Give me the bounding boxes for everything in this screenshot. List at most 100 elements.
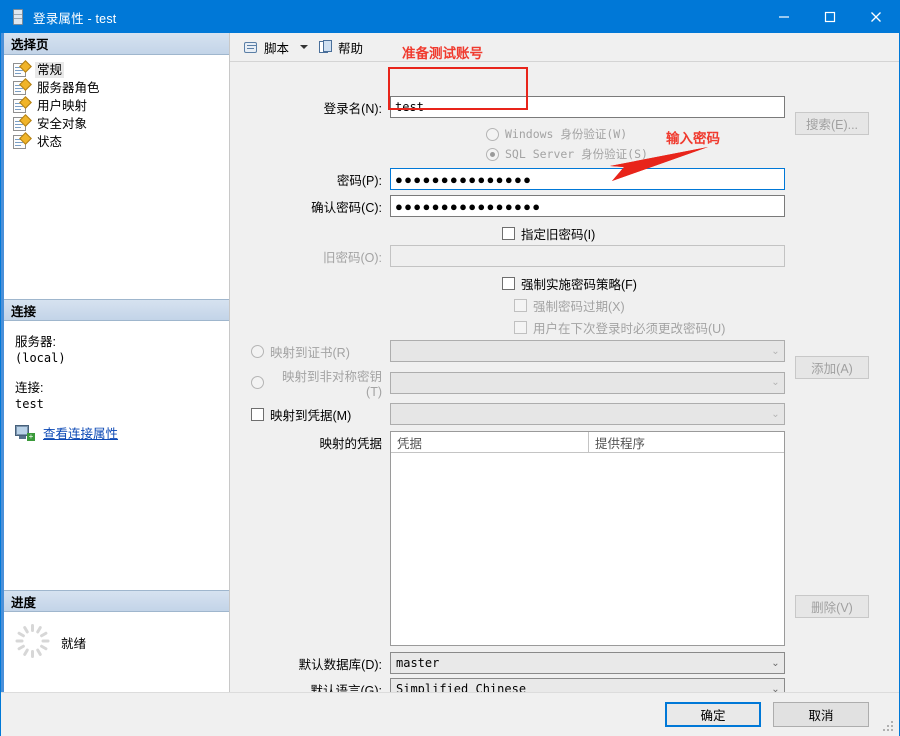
enforce-expiration-checkbox[interactable] (514, 298, 527, 312)
must-change-password-label: 用户在下次登录时必须更改密码(U) (533, 321, 726, 336)
map-certificate-radio[interactable] (251, 344, 264, 358)
enforce-expiration-label: 强制密码过期(X) (533, 299, 625, 314)
page-icon (13, 60, 32, 77)
server-label: 服务器: (15, 335, 56, 349)
map-credential-label: 映射到凭据(M) (270, 408, 352, 423)
left-pane: 选择页 常规 服务器角色 用户映射 安全对象 状态 连接 服务器: (local… (1, 33, 230, 692)
must-change-password-checkbox[interactable] (514, 320, 527, 334)
login-properties-window: 登录属性 - test 选择页 常规 服务器角色 用户映射 安全对象 状态 连接… (0, 0, 900, 736)
map-certificate-label: 映射到证书(R) (270, 345, 350, 360)
sidebar-item-label: 安全对象 (37, 117, 88, 131)
resize-grip[interactable] (883, 721, 895, 733)
sidebar-item-label: 服务器角色 (37, 81, 100, 95)
connection-value: test (15, 397, 44, 411)
map-asymmetric-radio[interactable] (251, 376, 264, 389)
chevron-down-icon[interactable]: ⌄ (767, 658, 784, 669)
confirm-password-label: 确认密码(C): (311, 200, 382, 215)
login-name-input[interactable] (390, 96, 785, 118)
maximize-icon[interactable] (807, 1, 853, 33)
page-icon (13, 114, 32, 131)
grid-header-row: 凭据 提供程序 (391, 432, 784, 453)
windows-auth-radio[interactable] (486, 127, 499, 141)
map-asymmetric-combo[interactable]: ⌄ (390, 371, 785, 394)
must-change-password-row[interactable]: 用户在下次登录时必须更改密码(U) (230, 317, 899, 337)
server-connection-icon: + (15, 424, 35, 441)
right-pane: 脚本 帮助 登录名(N): W (230, 33, 899, 700)
password-label: 密码(P): (336, 173, 382, 188)
title-bar: 登录属性 - test (1, 1, 899, 33)
page-icon (13, 78, 32, 95)
grid-column-credential: 凭据 (391, 432, 589, 452)
help-pages-icon (319, 39, 334, 55)
script-button[interactable]: 脚本 (238, 36, 294, 58)
accent-bar (1, 33, 4, 692)
sidebar-item-status[interactable]: 状态 (9, 132, 229, 151)
confirm-password-field[interactable]: ●●●●●●●●●●●●●●●● (390, 195, 785, 217)
chevron-down-icon: ⌄ (771, 377, 780, 388)
remove-credential-button[interactable]: 删除(V) (795, 595, 869, 618)
map-asymmetric-label: 映射到非对称密钥(T) (281, 370, 382, 399)
connection-info: 服务器: (local) 连接: test + 查看连接属性 (1, 321, 229, 442)
search-button[interactable]: 搜索(E)... (795, 112, 869, 135)
chevron-down-icon[interactable] (300, 45, 309, 49)
minimize-icon[interactable] (761, 1, 807, 33)
map-credential-combo[interactable]: ⌄ (390, 403, 785, 425)
progress-info: 就绪 (1, 612, 229, 692)
view-connection-properties-link[interactable]: 查看连接属性 (43, 423, 118, 442)
sidebar-item-label: 状态 (37, 135, 63, 149)
sidebar-item-general[interactable]: 常规 (9, 60, 229, 79)
default-database-combo[interactable]: master ⌄ (390, 652, 785, 674)
mapped-credentials-label: 映射的凭据 (319, 437, 382, 451)
windows-auth-label: Windows 身份验证(W) (505, 127, 628, 141)
enforce-policy-label: 强制实施密码策略(F) (521, 277, 637, 292)
grid-column-provider: 提供程序 (595, 436, 646, 451)
enforce-policy-row[interactable]: 强制实施密码策略(F) (230, 273, 899, 293)
annotation-enter-password: 输入密码 (666, 131, 720, 146)
sidebar-spacer (1, 151, 229, 299)
default-database-label: 默认数据库(D): (298, 657, 382, 672)
view-connection-properties-row[interactable]: + 查看连接属性 (15, 423, 229, 442)
enforce-policy-checkbox[interactable] (502, 276, 515, 290)
help-button[interactable]: 帮助 (314, 36, 368, 58)
enforce-expiration-row[interactable]: 强制密码过期(X) (230, 295, 899, 315)
default-database-value: master (396, 656, 440, 670)
script-label: 脚本 (264, 41, 290, 56)
select-page-header: 选择页 (1, 33, 229, 55)
cancel-button[interactable]: 取消 (773, 702, 869, 727)
annotation-prepare-test-account: 准备测试账号 (402, 46, 483, 61)
specify-old-password-label: 指定旧密码(I) (521, 227, 596, 242)
sidebar-item-label: 用户映射 (37, 99, 88, 113)
mapped-credentials-grid[interactable]: 凭据 提供程序 (390, 431, 785, 646)
ok-button[interactable]: 确定 (665, 702, 761, 727)
dialog-toolbar: 脚本 帮助 (230, 33, 899, 62)
specify-old-password-checkbox[interactable] (502, 226, 515, 240)
chevron-down-icon: ⌄ (771, 345, 780, 357)
connection-header: 连接 (1, 299, 229, 321)
connection-label: 连接: (15, 381, 44, 395)
window-controls (761, 1, 899, 33)
map-credential-checkbox[interactable] (251, 407, 264, 421)
sidebar-item-user-mapping[interactable]: 用户映射 (9, 96, 229, 115)
add-credential-button[interactable]: 添加(A) (795, 356, 869, 379)
window-title: 登录属性 - test (33, 11, 117, 26)
window-body: 选择页 常规 服务器角色 用户映射 安全对象 状态 连接 服务器: (local… (1, 33, 899, 700)
old-password-input[interactable] (390, 245, 785, 267)
login-properties-icon (11, 9, 25, 25)
chevron-down-icon: ⌄ (771, 408, 780, 420)
specify-old-password-row[interactable]: 指定旧密码(I) (230, 223, 899, 243)
page-icon (13, 96, 32, 113)
sql-auth-radio[interactable] (486, 147, 499, 161)
script-scroll-icon (243, 40, 260, 55)
close-icon[interactable] (853, 1, 899, 33)
page-icon (13, 132, 32, 149)
map-certificate-combo[interactable]: ⌄ (390, 340, 785, 362)
sidebar-item-server-roles[interactable]: 服务器角色 (9, 78, 229, 97)
dialog-footer: 确定 取消 (1, 692, 899, 736)
sidebar-spacer-2 (1, 442, 229, 590)
server-value: (local) (15, 351, 66, 365)
spinner-icon (15, 624, 49, 658)
progress-status: 就绪 (61, 637, 87, 651)
progress-header: 进度 (1, 590, 229, 612)
sidebar-item-securables[interactable]: 安全对象 (9, 114, 229, 133)
old-password-label: 旧密码(O): (322, 250, 382, 265)
